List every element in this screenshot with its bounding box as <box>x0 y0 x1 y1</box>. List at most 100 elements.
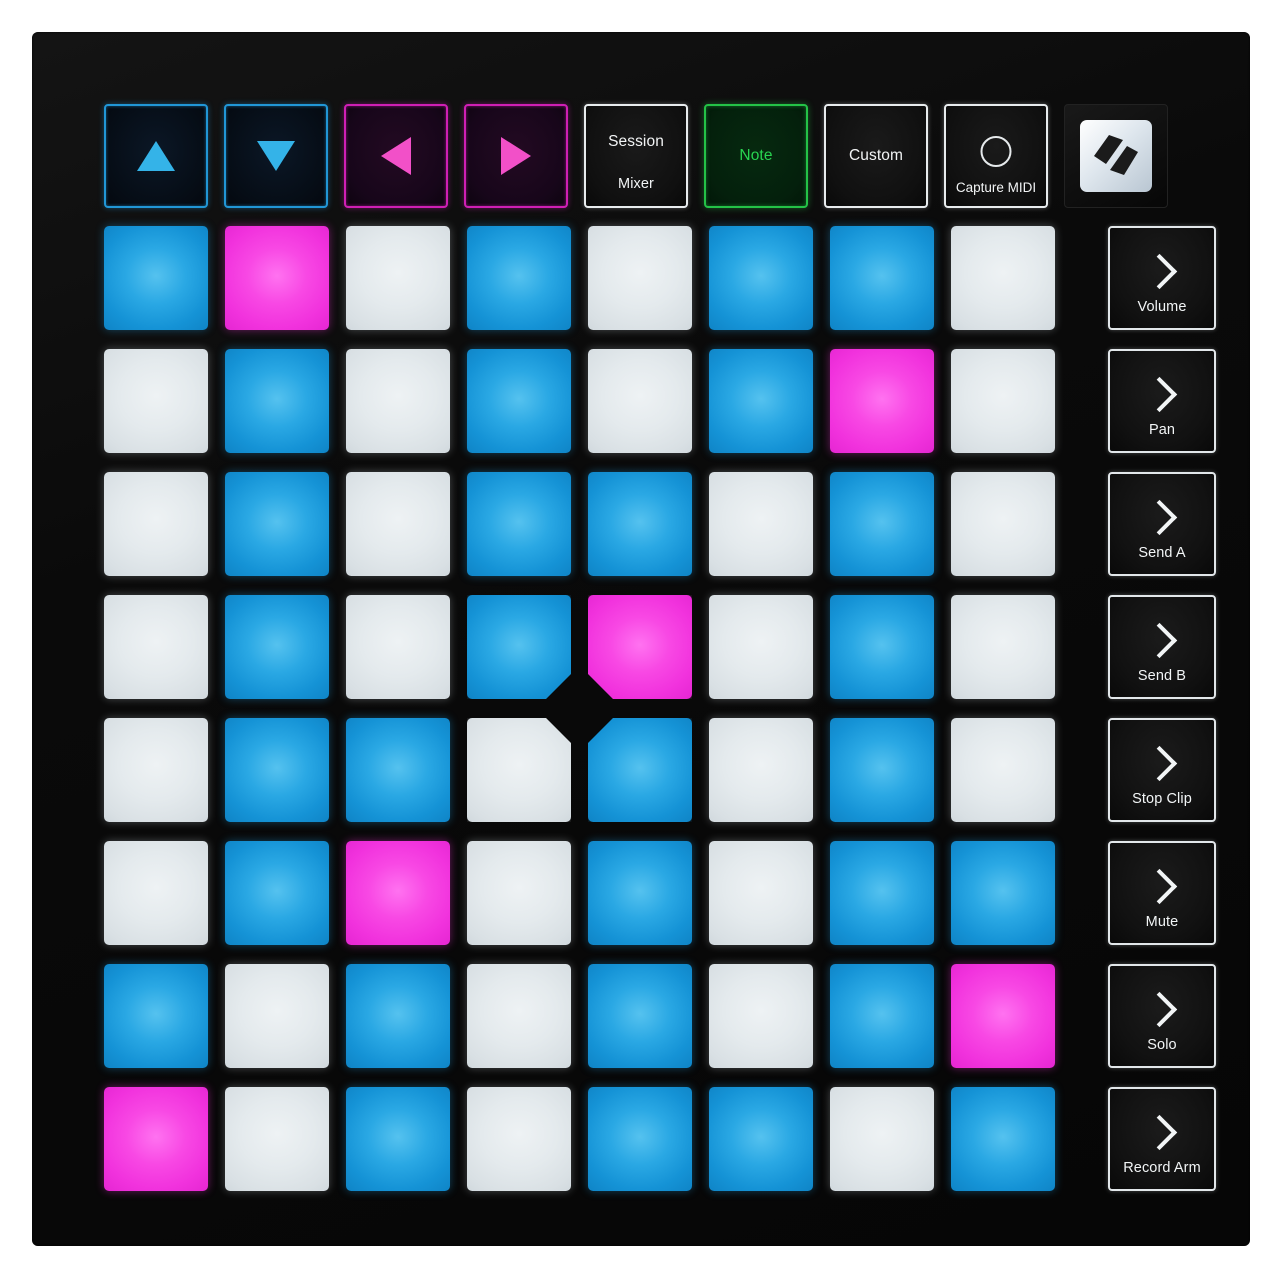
pad-r6-c4[interactable] <box>467 841 571 945</box>
pad-r6-c1[interactable] <box>104 841 208 945</box>
pad-r1-c2[interactable] <box>225 226 329 330</box>
scene-button-solo[interactable]: Solo <box>1108 964 1216 1068</box>
pad-r1-c5[interactable] <box>588 226 692 330</box>
session-label: Session <box>608 133 664 150</box>
pad-r7-c3[interactable] <box>346 964 450 1068</box>
pad-r1-c8[interactable] <box>951 226 1055 330</box>
pad-r3-c7[interactable] <box>830 472 934 576</box>
pad-r3-c6[interactable] <box>709 472 813 576</box>
pad-r7-c5[interactable] <box>588 964 692 1068</box>
pad-r4-c1[interactable] <box>104 595 208 699</box>
triangle-down-icon <box>257 141 295 171</box>
scene-button-send-b[interactable]: Send B <box>1108 595 1216 699</box>
pad-r7-c7[interactable] <box>830 964 934 1068</box>
down-arrow-button[interactable] <box>224 104 328 208</box>
session-mixer-button[interactable]: Session Mixer <box>584 104 688 208</box>
left-arrow-button[interactable] <box>344 104 448 208</box>
chevron-right-icon <box>1141 1114 1178 1150</box>
pad-r3-c4[interactable] <box>467 472 571 576</box>
pad-r3-c8[interactable] <box>951 472 1055 576</box>
chevron-right-icon <box>1141 991 1178 1027</box>
pad-r7-c1[interactable] <box>104 964 208 1068</box>
scene-button-label: Send B <box>1137 668 1187 684</box>
pad-grid <box>104 226 1056 1194</box>
up-arrow-button[interactable] <box>104 104 208 208</box>
pad-r5-c2[interactable] <box>225 718 329 822</box>
pad-r7-c8[interactable] <box>951 964 1055 1068</box>
pad-r4-c5[interactable] <box>588 595 692 699</box>
pad-r5-c6[interactable] <box>709 718 813 822</box>
scene-button-label: Pan <box>1148 422 1176 438</box>
chevron-right-icon <box>1141 622 1178 658</box>
pad-r3-c3[interactable] <box>346 472 450 576</box>
pad-r4-c6[interactable] <box>709 595 813 699</box>
chevron-right-icon <box>1141 499 1178 535</box>
pad-r8-c4[interactable] <box>467 1087 571 1191</box>
pad-r2-c4[interactable] <box>467 349 571 453</box>
scene-launch-column: Volume Pan Send A Send B Stop Clip Mute Solo Re… <box>1108 226 1216 1194</box>
pad-r2-c7[interactable] <box>830 349 934 453</box>
pad-r8-c5[interactable] <box>588 1087 692 1191</box>
scene-button-mute[interactable]: Mute <box>1108 841 1216 945</box>
mixer-label: Mixer <box>618 175 654 192</box>
pad-r4-c2[interactable] <box>225 595 329 699</box>
pad-r1-c6[interactable] <box>709 226 813 330</box>
pad-r6-c5[interactable] <box>588 841 692 945</box>
pad-r8-c3[interactable] <box>346 1087 450 1191</box>
pad-r8-c2[interactable] <box>225 1087 329 1191</box>
pad-r6-c7[interactable] <box>830 841 934 945</box>
pad-r7-c2[interactable] <box>225 964 329 1068</box>
pad-r5-c5[interactable] <box>588 718 692 822</box>
pad-r2-c6[interactable] <box>709 349 813 453</box>
pad-r4-c4[interactable] <box>467 595 571 699</box>
scene-button-label: Volume <box>1137 299 1187 315</box>
main-area: Volume Pan Send A Send B Stop Clip Mute Solo Re… <box>104 226 1216 1194</box>
pad-r5-c7[interactable] <box>830 718 934 822</box>
pad-r4-c3[interactable] <box>346 595 450 699</box>
pad-r3-c2[interactable] <box>225 472 329 576</box>
scene-button-pan[interactable]: Pan <box>1108 349 1216 453</box>
top-function-row: Session Mixer Note Custom Capture MIDI <box>104 104 1216 210</box>
pad-r7-c6[interactable] <box>709 964 813 1068</box>
pad-r1-c1[interactable] <box>104 226 208 330</box>
pad-r5-c3[interactable] <box>346 718 450 822</box>
capture-midi-button[interactable]: Capture MIDI <box>944 104 1048 208</box>
pad-r2-c2[interactable] <box>225 349 329 453</box>
scene-button-label: Record Arm <box>1123 1160 1201 1176</box>
scene-button-stop-clip[interactable]: Stop Clip <box>1108 718 1216 822</box>
pad-r8-c6[interactable] <box>709 1087 813 1191</box>
pad-r2-c3[interactable] <box>346 349 450 453</box>
pad-r2-c5[interactable] <box>588 349 692 453</box>
pad-r5-c4[interactable] <box>467 718 571 822</box>
pad-r8-c1[interactable] <box>104 1087 208 1191</box>
right-arrow-button[interactable] <box>464 104 568 208</box>
pad-r3-c5[interactable] <box>588 472 692 576</box>
pad-r2-c1[interactable] <box>104 349 208 453</box>
pad-r6-c8[interactable] <box>951 841 1055 945</box>
pad-r1-c3[interactable] <box>346 226 450 330</box>
chevron-right-icon <box>1141 253 1178 289</box>
pad-r4-c7[interactable] <box>830 595 934 699</box>
pad-r8-c7[interactable] <box>830 1087 934 1191</box>
pad-r3-c1[interactable] <box>104 472 208 576</box>
pad-r1-c4[interactable] <box>467 226 571 330</box>
pad-r6-c2[interactable] <box>225 841 329 945</box>
scene-button-record-arm[interactable]: Record Arm <box>1108 1087 1216 1191</box>
pad-r5-c1[interactable] <box>104 718 208 822</box>
chevron-right-icon <box>1141 868 1178 904</box>
pad-r2-c8[interactable] <box>951 349 1055 453</box>
scene-button-send-a[interactable]: Send A <box>1108 472 1216 576</box>
scene-button-label: Stop Clip <box>1132 791 1192 807</box>
pad-r6-c3[interactable] <box>346 841 450 945</box>
pad-r4-c8[interactable] <box>951 595 1055 699</box>
pad-r8-c8[interactable] <box>951 1087 1055 1191</box>
custom-button[interactable]: Custom <box>824 104 928 208</box>
triangle-up-icon <box>137 141 175 171</box>
pad-r6-c6[interactable] <box>709 841 813 945</box>
pad-r7-c4[interactable] <box>467 964 571 1068</box>
novation-logo-button[interactable] <box>1064 104 1168 208</box>
pad-r5-c8[interactable] <box>951 718 1055 822</box>
note-button[interactable]: Note <box>704 104 808 208</box>
pad-r1-c7[interactable] <box>830 226 934 330</box>
scene-button-volume[interactable]: Volume <box>1108 226 1216 330</box>
